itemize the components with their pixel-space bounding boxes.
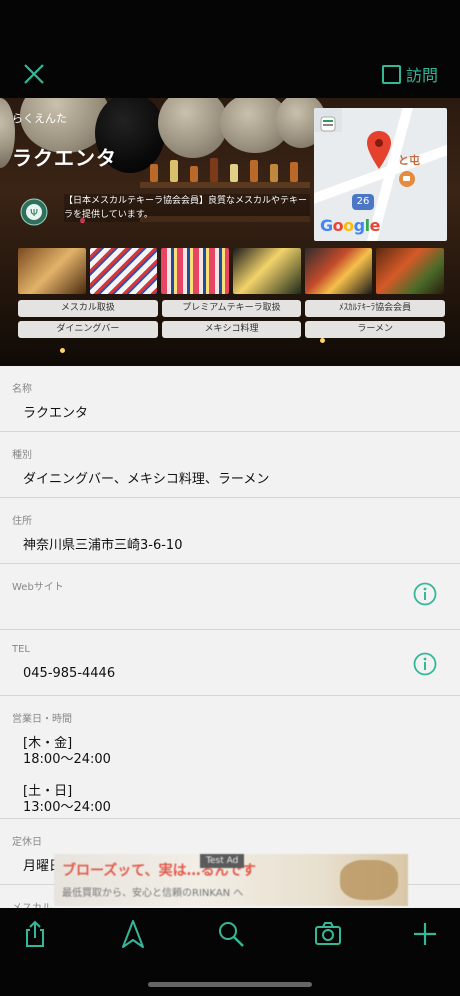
bottle [190,166,198,182]
top-bar: 訪問 [0,0,460,98]
detail-row-address[interactable]: 住所 神奈川県三浦市三崎3-6-10 [0,498,460,564]
detail-row-category: 種別 ダイニングバー、メキシコ料理、ラーメン [0,432,460,498]
info-icon[interactable] [413,582,437,606]
tag-ramen[interactable]: ラーメン [305,321,445,338]
detail-row-hours: 営業日・時間 [木・金] 18:00〜24:00 [土・日] 13:00〜24:… [0,696,460,819]
tag-list: メスカル取扱 プレミアムテキーラ取扱 ﾒｽｶﾙﾃｷｰﾗ協会会員 ダイニングバー … [18,300,445,338]
thumbnail[interactable] [18,248,86,294]
hours-time-2: 13:00〜24:00 [23,800,111,815]
test-ad-label: Test Ad [200,854,245,868]
hours-label: 営業日・時間 [12,714,72,725]
cafe-icon [399,171,415,187]
category-value: ダイニングバー、メキシコ料理、ラーメン [23,472,270,487]
association-description: 【日本メスカルテキーラ協会会員】良質なメスカルやテキーラを提供しています。 [64,194,310,222]
hat-decoration [158,98,228,158]
hours-time-1: 18:00〜24:00 [23,752,111,767]
route-number: 26 [352,194,374,210]
share-icon[interactable] [21,920,49,948]
thumbnail[interactable] [161,248,230,294]
tel-label: TEL [12,644,30,655]
camera-icon[interactable] [314,920,342,948]
shelf [140,182,310,188]
holiday-label: 定休日 [12,837,42,848]
map-pin-icon [367,131,391,169]
tag-association-member[interactable]: ﾒｽｶﾙﾃｷｰﾗ協会会員 [305,300,445,317]
bottle [250,160,258,182]
photo-thumbnails [18,248,445,294]
address-label: 住所 [12,516,32,527]
close-icon [24,64,44,84]
home-indicator[interactable] [148,982,312,987]
detail-row-name: 名称 ラクエンタ [0,366,460,432]
address-value: 神奈川県三浦市三崎3-6-10 [23,538,183,553]
name-reading: らくえんた [12,112,67,125]
ad-banner[interactable]: ブローズッて、実は…るんです 最低買取から、安心と信頼のRINKAN へ Tes… [54,854,408,906]
google-logo: Google [320,216,380,235]
svg-text:Ψ: Ψ [30,208,38,219]
transit-icon [320,116,336,132]
light-dot [320,338,325,343]
visit-label: 訪問 [405,66,438,85]
ad-subline: 最低買取から、安心と信頼のRINKAN へ [62,888,244,899]
search-icon[interactable] [217,920,245,948]
detail-row-website: Webサイト [0,564,460,630]
name-value: ラクエンタ [23,406,89,421]
light-dot [60,348,65,353]
map-place-fragment: と屯 [398,154,420,167]
visit-checkbox-button[interactable]: 訪問 [381,62,438,86]
info-icon[interactable] [413,652,437,676]
plus-icon[interactable] [411,920,439,948]
ad-image [340,860,398,900]
category-label: 種別 [12,450,32,461]
thumbnail[interactable] [304,248,373,294]
compass-arrow-icon[interactable] [119,920,147,948]
close-button[interactable] [22,62,46,86]
bottle [290,162,298,182]
thumbnail[interactable] [89,248,158,294]
thumbnail[interactable] [376,248,445,294]
thumbnail[interactable] [233,248,301,294]
bottle [210,158,218,182]
bottle [270,164,278,182]
bottle [170,160,178,182]
tag-mezcal[interactable]: メスカル取扱 [18,300,158,317]
tag-mexican-food[interactable]: メキシコ料理 [161,321,302,338]
website-label: Webサイト [12,582,64,593]
tel-value[interactable]: 045-985-4446 [23,666,115,681]
detail-row-tel[interactable]: TEL 045-985-4446 [0,630,460,696]
detail-list: 名称 ラクエンタ 種別 ダイニングバー、メキシコ料理、ラーメン 住所 神奈川県三… [0,366,460,925]
checkbox-icon [381,64,401,84]
bottle [150,164,158,182]
association-badge-icon: Ψ [20,198,48,226]
name-label: 名称 [12,384,32,395]
tag-dining-bar[interactable]: ダイニングバー [18,321,158,338]
bottle [230,164,238,182]
shop-name: ラクエンタ [12,146,117,170]
tag-premium-tequila[interactable]: プレミアムテキーラ取扱 [161,300,302,317]
hero-image: らくえんた ラクエンタ と屯 26 Google Ψ 【日本メスカルテキーラ協会… [0,98,460,366]
mini-map[interactable]: と屯 26 Google [314,108,447,241]
